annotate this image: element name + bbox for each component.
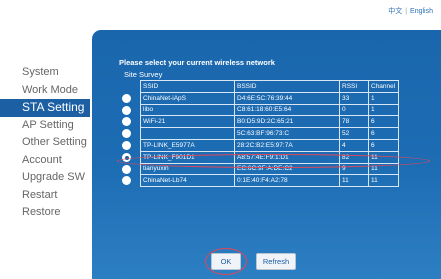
cell-bssid: 0:1E:40:F4:A2:78 [234, 174, 340, 188]
language-switcher: 中文 | English [388, 6, 433, 16]
cell-channel: 11 [368, 162, 399, 176]
sidebar-item-account[interactable]: Account [0, 152, 90, 170]
table-row[interactable]: tianyuxin EC:6C:9F:A:DE:C2 9 11 [140, 162, 399, 176]
cell-rssi: 4 [339, 138, 369, 152]
cell-channel: 1 [368, 91, 399, 105]
cell-channel: 6 [368, 138, 399, 152]
cell-rssi: 82 [339, 150, 369, 164]
cell-ssid: WiFi-21 [140, 115, 235, 129]
language-english-link[interactable]: English [410, 8, 433, 15]
cell-ssid [140, 127, 235, 140]
network-radio-selected[interactable] [122, 153, 131, 162]
cell-ssid: ChinaNet-iApS [140, 91, 235, 105]
cell-bssid: EC:6C:9F:A:DE:C2 [234, 162, 340, 176]
table-row[interactable]: WiFi-21 B0:D5:9D:2C:65:21 78 6 [140, 115, 399, 129]
cell-rssi: 78 [339, 115, 369, 129]
sidebar-item-work-mode[interactable]: Work Mode [0, 82, 90, 100]
network-radio[interactable] [122, 165, 131, 174]
sidebar-item-restart[interactable]: Restart [0, 187, 90, 205]
cell-bssid: D4:6E:5C:76:39:44 [234, 91, 340, 105]
cell-rssi: 9 [339, 162, 369, 176]
table-row[interactable]: ChinaNet-iApS D4:6E:5C:76:39:44 33 1 [140, 91, 399, 105]
table-row[interactable]: libo C8:61:18:60:E5:64 0 1 [140, 103, 399, 117]
cell-channel: 6 [368, 115, 399, 129]
cell-bssid: B0:D5:9D:2C:65:21 [234, 115, 340, 129]
cell-ssid: TP-LINK_E5977A [140, 138, 235, 152]
cell-channel: 11 [368, 150, 399, 164]
sidebar-item-restore[interactable]: Restore [0, 204, 90, 222]
column-header-ssid: SSID [140, 80, 235, 93]
network-radio[interactable] [122, 176, 131, 185]
sidebar-item-other-setting[interactable]: Other Setting [0, 134, 90, 152]
ok-button[interactable]: OK [211, 253, 241, 270]
cell-rssi: 33 [339, 91, 369, 105]
sidebar-item-sta-setting[interactable]: STA Setting [0, 99, 90, 117]
column-header-channel: Channel [368, 80, 399, 93]
sidebar-item-upgrade-sw[interactable]: Upgrade SW [0, 169, 90, 187]
site-survey-table: SSID BSSID RSSI Channel ChinaNet-iApS D4… [140, 80, 399, 188]
cell-ssid: tianyuxin [140, 162, 235, 176]
language-chinese-link[interactable]: 中文 [388, 8, 402, 15]
sidebar-item-ap-setting[interactable]: AP Setting [0, 117, 90, 135]
site-survey-label: Site Survey [124, 70, 163, 79]
cell-bssid: C8:61:18:60:E5:64 [234, 103, 340, 117]
network-radio[interactable] [122, 129, 131, 138]
cell-rssi: 52 [339, 127, 369, 140]
language-separator: | [405, 8, 408, 15]
column-header-bssid: BSSID [234, 80, 340, 93]
cell-bssid: 28:2C:B2:E5:97:7A [234, 138, 340, 152]
network-radio[interactable] [122, 117, 131, 126]
table-row[interactable]: ChinaNet-Lb74 0:1E:40:F4:A2:78 11 11 [140, 174, 399, 188]
content-panel: Please select your current wireless netw… [92, 30, 441, 279]
sidebar-nav: System Work Mode STA Setting AP Setting … [0, 64, 90, 222]
cell-ssid: ChinaNet-Lb74 [140, 174, 235, 188]
cell-channel: 11 [368, 174, 399, 188]
network-radio[interactable] [122, 141, 131, 150]
table-row[interactable]: 5C:63:BF:96:73:C 52 6 [140, 127, 399, 140]
table-header-row: SSID BSSID RSSI Channel [140, 80, 399, 93]
table-row[interactable]: TP-LINK_E5977A 28:2C:B2:E5:97:7A 4 6 [140, 138, 399, 152]
column-header-rssi: RSSI [339, 80, 369, 93]
page-heading: Please select your current wireless netw… [119, 58, 275, 67]
cell-ssid: TP-LINK_F901D1 [140, 150, 235, 164]
cell-channel: 1 [368, 103, 399, 117]
refresh-button[interactable]: Refresh [256, 253, 296, 270]
cell-bssid: 5C:63:BF:96:73:C [234, 127, 340, 140]
table-row-selected[interactable]: TP-LINK_F901D1 A8:57:4E:F9:1:D1 82 11 [140, 150, 399, 164]
cell-channel: 6 [368, 127, 399, 140]
cell-rssi: 11 [339, 174, 369, 188]
cell-bssid: A8:57:4E:F9:1:D1 [234, 150, 340, 164]
cell-rssi: 0 [339, 103, 369, 117]
sidebar-item-system[interactable]: System [0, 64, 90, 82]
cell-ssid: libo [140, 103, 235, 117]
network-radio[interactable] [122, 94, 131, 103]
network-radio[interactable] [122, 106, 131, 115]
